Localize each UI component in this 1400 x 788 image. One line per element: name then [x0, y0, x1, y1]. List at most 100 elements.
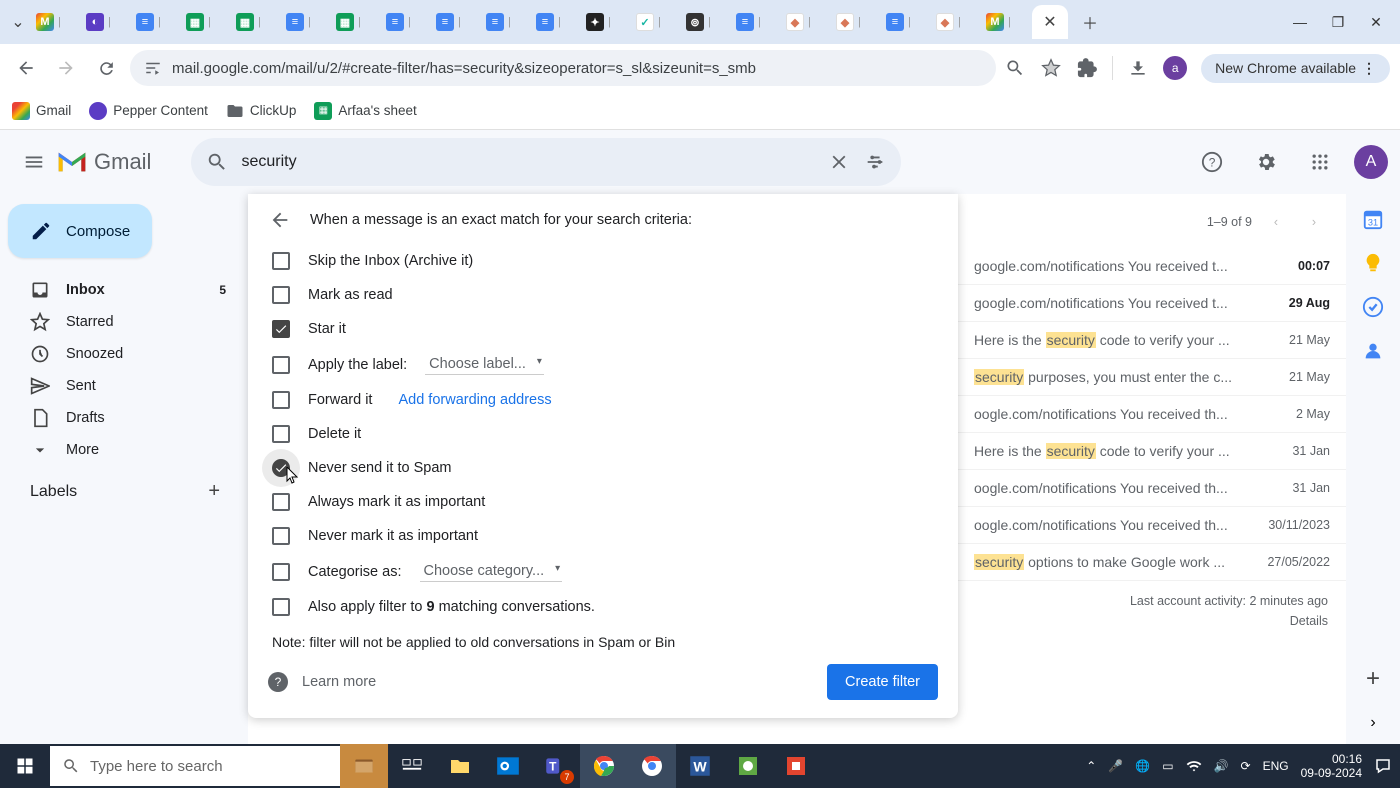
search-options-icon[interactable]	[863, 150, 887, 174]
contacts-icon[interactable]	[1362, 340, 1384, 362]
compose-button[interactable]: Compose	[8, 204, 152, 258]
maximize-button[interactable]: ❐	[1328, 14, 1348, 31]
mail-row[interactable]: oogle.com/notifications You received th.…	[958, 470, 1346, 507]
taskbar-app-taskview[interactable]	[388, 744, 436, 788]
tab[interactable]: ◆|	[932, 7, 980, 37]
checkbox-star[interactable]	[272, 320, 290, 338]
tab[interactable]: ≡|	[532, 7, 580, 37]
checkbox-always-important[interactable]	[272, 493, 290, 511]
sidebar-item-inbox[interactable]: Inbox5	[8, 274, 240, 306]
tab[interactable]: ≡|	[382, 7, 430, 37]
checkbox-forward[interactable]	[272, 391, 290, 409]
mail-row[interactable]: Here is the security code to verify your…	[958, 322, 1346, 359]
add-label-button[interactable]: +	[208, 480, 220, 503]
checkbox-skip-inbox[interactable]	[272, 252, 290, 270]
bookmark-star-icon[interactable]	[1040, 57, 1062, 79]
tray-volume-icon[interactable]: 🔊	[1214, 759, 1229, 773]
new-tab-button[interactable]: ＋	[1076, 8, 1104, 36]
tab[interactable]: ≡|	[732, 7, 780, 37]
mail-row[interactable]: oogle.com/notifications You received th.…	[958, 507, 1346, 544]
label-select[interactable]: Choose label...	[425, 354, 544, 375]
url-field[interactable]: mail.google.com/mail/u/2/#create-filter/…	[130, 50, 996, 86]
sidebar-item-starred[interactable]: Starred	[8, 306, 240, 338]
taskbar-app-chrome-2[interactable]	[628, 744, 676, 788]
mail-row[interactable]: security options to make Google work ...…	[958, 544, 1346, 581]
tab[interactable]: ≡|	[882, 7, 930, 37]
checkbox-never-spam[interactable]	[272, 459, 290, 477]
bookmark-item[interactable]: Pepper Content	[89, 102, 208, 120]
create-filter-button[interactable]: Create filter	[827, 664, 938, 700]
mail-row[interactable]: google.com/notifications You received t.…	[958, 248, 1346, 285]
checkbox-delete[interactable]	[272, 425, 290, 443]
zoom-icon[interactable]	[1004, 57, 1026, 79]
checkbox-categorise[interactable]	[272, 563, 290, 581]
collapse-panel-icon[interactable]: ›	[1362, 712, 1384, 734]
search-box[interactable]	[191, 138, 901, 186]
tab[interactable]: ◆|	[782, 7, 830, 37]
search-icon[interactable]	[205, 150, 229, 174]
checkbox-also-apply[interactable]	[272, 598, 290, 616]
tab[interactable]: ◐|	[82, 7, 130, 37]
category-select[interactable]: Choose category...	[420, 561, 563, 582]
reload-button[interactable]	[90, 52, 122, 84]
bookmark-item[interactable]: Gmail	[12, 102, 71, 120]
minimize-button[interactable]: —	[1290, 14, 1310, 31]
search-input[interactable]	[241, 153, 815, 171]
details-link[interactable]: Details	[976, 611, 1328, 631]
sidebar-item-snoozed[interactable]: Snoozed	[8, 338, 240, 370]
learn-more-link[interactable]: ?Learn more	[268, 672, 376, 692]
checkbox-never-important[interactable]	[272, 527, 290, 545]
tab[interactable]: M|	[982, 7, 1030, 37]
tab[interactable]: ≡|	[482, 7, 530, 37]
taskbar-app-files[interactable]	[436, 744, 484, 788]
forward-button[interactable]	[50, 52, 82, 84]
tray-language[interactable]: ENG	[1263, 759, 1289, 773]
sidebar-item-drafts[interactable]: Drafts	[8, 402, 240, 434]
taskbar-app-camtasia[interactable]	[724, 744, 772, 788]
downloads-icon[interactable]	[1127, 57, 1149, 79]
tab[interactable]: ✓|	[632, 7, 680, 37]
tab[interactable]: ◆|	[832, 7, 880, 37]
tray-battery-icon[interactable]: ▭	[1162, 759, 1173, 773]
taskbar-search[interactable]: Type here to search	[50, 746, 340, 786]
taskbar-app-explorer[interactable]	[340, 744, 388, 788]
tasks-icon[interactable]	[1362, 296, 1384, 318]
mail-row[interactable]: Here is the security code to verify your…	[958, 433, 1346, 470]
mail-row[interactable]: oogle.com/notifications You received th.…	[958, 396, 1346, 433]
clear-search-icon[interactable]	[827, 150, 851, 174]
tab[interactable]: ≡|	[132, 7, 180, 37]
settings-icon[interactable]	[1246, 142, 1286, 182]
bookmark-item[interactable]: ClickUp	[226, 102, 297, 120]
active-tab[interactable]: ✕	[1032, 5, 1068, 39]
tray-sync-icon[interactable]: ⟳	[1241, 759, 1251, 773]
tab[interactable]: M|	[32, 7, 80, 37]
tab[interactable]: ⊚|	[682, 7, 730, 37]
tray-chevron-icon[interactable]: ⌃	[1086, 759, 1096, 773]
tray-weather-icon[interactable]: 🌐	[1135, 759, 1150, 773]
profile-avatar[interactable]: a	[1163, 56, 1187, 80]
tab[interactable]: ✦|	[582, 7, 630, 37]
calendar-icon[interactable]: 31	[1362, 208, 1384, 230]
newer-button[interactable]: ‹	[1262, 208, 1290, 236]
taskbar-app-teams[interactable]: T7	[532, 744, 580, 788]
main-menu-button[interactable]	[12, 140, 56, 184]
add-forwarding-link[interactable]: Add forwarding address	[398, 392, 551, 408]
tray-mic-icon[interactable]: 🎤	[1108, 759, 1123, 773]
tab[interactable]: ▦|	[332, 7, 380, 37]
sidebar-item-sent[interactable]: Sent	[8, 370, 240, 402]
mail-row[interactable]: google.com/notifications You received t.…	[958, 285, 1346, 322]
account-avatar[interactable]: A	[1354, 145, 1388, 179]
add-addon-icon[interactable]: +	[1362, 668, 1384, 690]
back-arrow-icon[interactable]	[268, 208, 292, 232]
tab-list-dropdown[interactable]: ⌄	[6, 10, 30, 34]
start-button[interactable]	[0, 744, 50, 788]
chrome-update-button[interactable]: New Chrome available ⋮	[1201, 54, 1390, 83]
bookmark-item[interactable]: ▦Arfaa's sheet	[314, 102, 416, 120]
mail-row[interactable]: security purposes, you must enter the c.…	[958, 359, 1346, 396]
older-button[interactable]: ›	[1300, 208, 1328, 236]
close-window-button[interactable]: ✕	[1366, 14, 1386, 31]
apps-icon[interactable]	[1300, 142, 1340, 182]
taskbar-app-outlook[interactable]	[484, 744, 532, 788]
keep-icon[interactable]	[1362, 252, 1384, 274]
checkbox-apply-label[interactable]	[272, 356, 290, 374]
